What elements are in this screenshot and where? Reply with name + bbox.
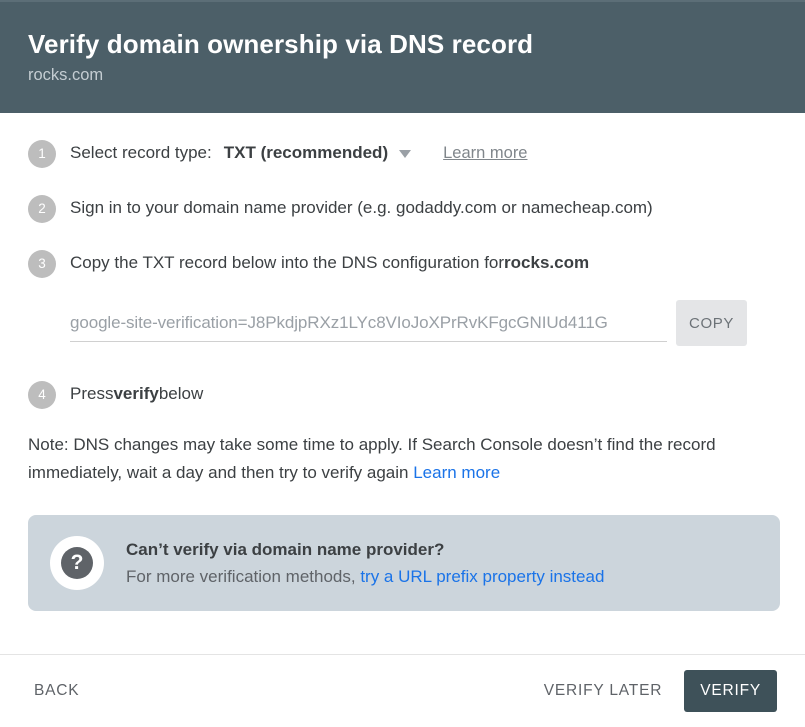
step-2-label: Sign in to your domain name provider (e.… xyxy=(70,198,653,217)
verify-domain-dialog: Verify domain ownership via DNS record r… xyxy=(0,0,805,727)
dns-note-text: Note: DNS changes may take some time to … xyxy=(28,435,716,482)
verify-button[interactable]: VERIFY xyxy=(684,670,777,712)
step-3-content: Copy the TXT record below into the DNS c… xyxy=(70,249,589,277)
step-2-badge: 2 xyxy=(28,195,56,223)
txt-record-value: google-site-verification=J8PkdjpRXz1LYc8… xyxy=(70,312,608,332)
step-1-label: Select record type: xyxy=(70,143,212,162)
step-2-content: Sign in to your domain name provider (e.… xyxy=(70,194,653,222)
step-4-badge: 4 xyxy=(28,381,56,409)
help-callout-subtitle: For more verification methods, try a URL… xyxy=(126,564,604,590)
record-type-value: TXT (recommended) xyxy=(223,143,389,162)
dialog-title: Verify domain ownership via DNS record xyxy=(28,29,534,59)
verify-later-button[interactable]: VERIFY LATER xyxy=(538,672,668,710)
step-4-content: Press verify below xyxy=(70,380,203,408)
txt-record-row: google-site-verification=J8PkdjpRXz1LYc8… xyxy=(70,300,777,354)
question-mark-glyph: ? xyxy=(61,547,93,579)
help-callout-text: Can’t verify via domain name provider? F… xyxy=(126,537,604,590)
learn-more-link-step1[interactable]: Learn more xyxy=(443,139,527,167)
help-callout-title: Can’t verify via domain name provider? xyxy=(126,539,445,559)
dialog-footer: BACK VERIFY LATER VERIFY xyxy=(0,655,805,727)
step-3: 3 Copy the TXT record below into the DNS… xyxy=(28,249,777,278)
back-button[interactable]: BACK xyxy=(28,672,85,710)
dialog-subtitle-domain: rocks.com xyxy=(28,66,104,84)
step-1-badge: 1 xyxy=(28,140,56,168)
copy-button[interactable]: COPY xyxy=(676,300,747,346)
step-4-text-before: Press xyxy=(70,384,114,403)
help-callout: ? Can’t verify via domain name provider?… xyxy=(28,515,780,611)
dialog-header: Verify domain ownership via DNS record r… xyxy=(0,0,805,113)
help-callout-text-before: For more verification methods, xyxy=(126,566,361,586)
step-4-emphasis: verify xyxy=(113,384,159,403)
chevron-down-icon xyxy=(399,150,412,158)
step-1: 1 Select record type: TXT (recommended) … xyxy=(28,139,777,168)
step-3-label: Copy the TXT record below into the DNS c… xyxy=(70,253,505,272)
step-3-domain: rocks.com xyxy=(504,253,590,272)
dialog-body: 1 Select record type: TXT (recommended) … xyxy=(0,113,805,654)
step-2: 2 Sign in to your domain name provider (… xyxy=(28,194,777,223)
step-3-badge: 3 xyxy=(28,250,56,278)
step-1-content: Select record type: TXT (recommended) Le… xyxy=(70,139,528,167)
step-4: 4 Press verify below xyxy=(28,380,777,409)
learn-more-link-note[interactable]: Learn more xyxy=(413,463,500,482)
record-type-select[interactable]: TXT (recommended) xyxy=(223,139,412,167)
step-4-text-after: below xyxy=(158,384,204,403)
url-prefix-property-link[interactable]: try a URL prefix property instead xyxy=(360,567,604,586)
dns-note: Note: DNS changes may take some time to … xyxy=(28,431,748,487)
txt-record-input[interactable]: google-site-verification=J8PkdjpRXz1LYc8… xyxy=(70,313,667,342)
question-mark-icon: ? xyxy=(50,536,104,590)
